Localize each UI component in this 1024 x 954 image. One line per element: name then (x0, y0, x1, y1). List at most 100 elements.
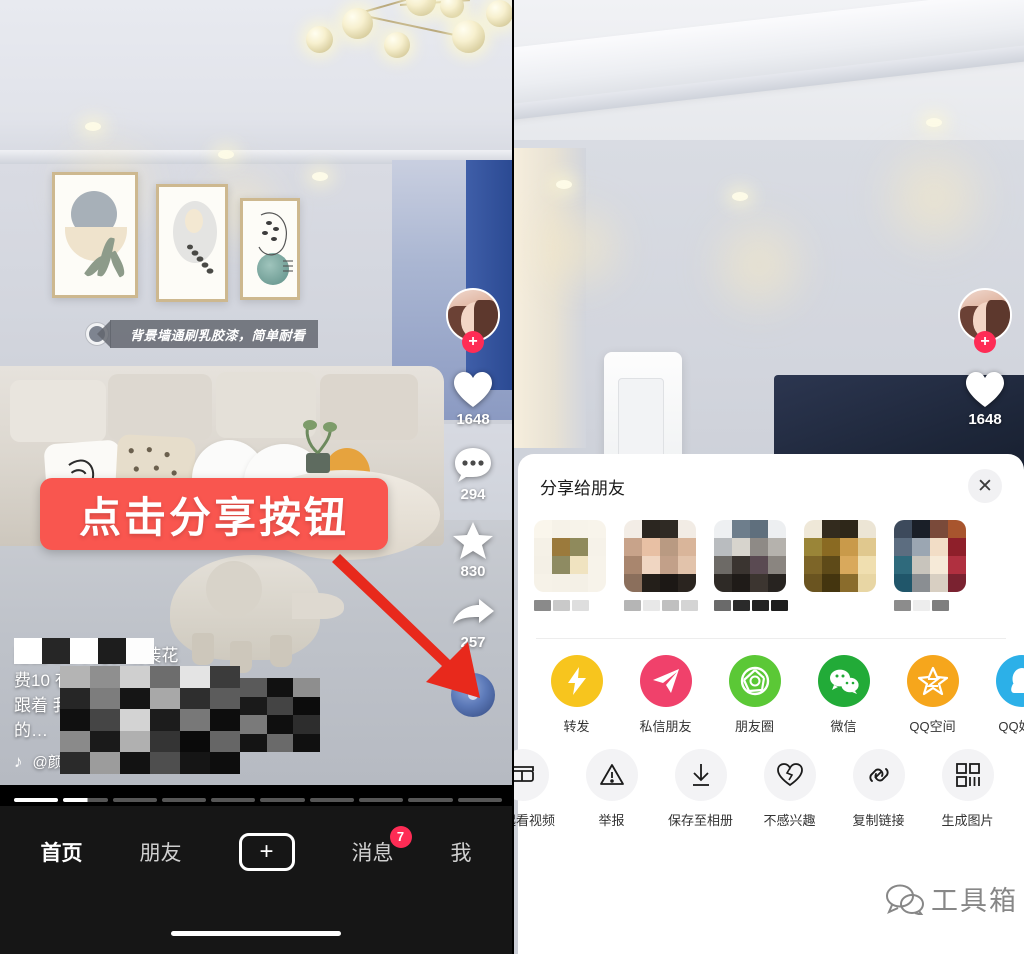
comment-button[interactable]: 294 (453, 446, 493, 503)
right-phone-screenshot: 简单双眼皮吊顶 石膏线 + 1648 分享给朋友 ✕ (512, 0, 1024, 954)
contact-item[interactable] (804, 520, 878, 622)
sofa-icon (514, 749, 549, 801)
contact-item[interactable] (624, 520, 698, 622)
action-save-to-album[interactable]: 保存至相册 (656, 749, 745, 829)
action-copy-link[interactable]: 复制链接 (834, 749, 923, 829)
wall-art-3 (240, 198, 300, 300)
qq-penguin-icon (995, 655, 1024, 707)
wall-art-1 (52, 172, 138, 298)
comment-count: 294 (460, 486, 486, 503)
share-targets-row: 转发 私信朋友 朋友圈 微信 QQ空间 QQ (518, 639, 1024, 735)
contact-avatar (534, 520, 606, 592)
action-generate-image[interactable]: 生成图片 (923, 749, 1012, 829)
share-sheet-header: 分享给朋友 ✕ (518, 454, 1024, 518)
share-target-label: QQ空间 (909, 719, 956, 734)
watermark: 工具箱 (885, 879, 1018, 918)
broken-heart-icon (763, 749, 816, 801)
censor-mosaic-secondary (240, 678, 320, 752)
tutorial-image: 背景墙通刷乳胶漆，简单耐看 + 1648 294 830 257 费10 跟着 … (0, 0, 1024, 954)
nav-item-friends[interactable]: 朋友 (140, 837, 182, 867)
video-progress-bar[interactable] (14, 798, 502, 802)
left-video-tooltip: 背景墙通刷乳胶漆，简单耐看 (86, 320, 318, 348)
nav-item-profile[interactable]: 我 (451, 837, 472, 867)
warning-icon (585, 749, 638, 801)
action-label: 一起看视频 (514, 813, 555, 828)
instruction-arrow-left (332, 554, 480, 698)
plus-icon: + (259, 838, 274, 865)
lightning-icon (550, 655, 603, 707)
share-target-direct-message[interactable]: 私信朋友 (621, 655, 710, 735)
share-target-qzone[interactable]: QQ空间 (888, 655, 977, 735)
potted-plant (290, 415, 344, 475)
create-post-button[interactable]: + (238, 833, 295, 871)
share-target-wechat[interactable]: 微信 (799, 655, 888, 735)
like-button[interactable]: 1648 (452, 371, 494, 428)
shutter-icon (728, 655, 781, 707)
share-sheet-title: 分享给朋友 (540, 478, 625, 498)
close-icon[interactable]: ✕ (968, 469, 1002, 503)
actions-row: 一起看视频 举报 (514, 735, 1024, 829)
action-label: 复制链接 (852, 813, 905, 828)
action-label: 保存至相册 (667, 813, 733, 828)
contact-name-mosaic (624, 600, 698, 622)
heart-icon (966, 372, 1004, 407)
home-indicator (171, 931, 341, 936)
share-target-label: 转发 (563, 719, 590, 734)
nav-label: 消息 (351, 842, 394, 865)
paper-plane-icon (639, 655, 692, 707)
share-target-label: 私信朋友 (639, 719, 692, 734)
heart-icon (454, 372, 492, 407)
wechat-logo-icon (886, 884, 924, 915)
annotation-text: 点击分享按钮 (78, 493, 349, 541)
action-label: 举报 (598, 813, 625, 828)
tiktok-note-icon: ♪ (14, 751, 23, 771)
share-target-moments[interactable]: 朋友圈 (710, 655, 799, 735)
wall-art-2 (156, 184, 228, 302)
link-icon (852, 749, 905, 801)
bottom-navigation: 首页 朋友 + 消息 7 我 (0, 806, 512, 954)
action-label: 不感兴趣 (763, 813, 816, 828)
share-target-qq[interactable]: QQ好友 (977, 655, 1024, 735)
qzone-star-icon (906, 655, 959, 707)
share-target-label: 微信 (830, 719, 857, 734)
message-badge: 7 (389, 826, 412, 848)
contact-avatar (714, 520, 786, 592)
tooltip-text: 背景墙通刷乳胶漆，简单耐看 (130, 327, 306, 343)
share-target-label: QQ好友 (998, 719, 1024, 734)
contact-item[interactable] (894, 520, 968, 622)
contact-avatar (624, 520, 696, 592)
nav-label: 朋友 (139, 842, 182, 865)
contact-avatar (804, 520, 876, 592)
like-count: 1648 (456, 411, 490, 428)
annotation-banner-left: 点击分享按钮 (40, 478, 388, 550)
like-button[interactable]: 1648 (964, 371, 1006, 428)
qrcode-icon (941, 749, 994, 801)
follow-button[interactable]: + (974, 331, 996, 353)
download-icon (674, 749, 727, 801)
comment-icon (455, 448, 491, 482)
action-label: 生成图片 (941, 813, 994, 828)
contacts-list (518, 518, 1024, 622)
chandelier-icon (300, 0, 512, 81)
right-action-rail: + 1648 (958, 288, 1012, 428)
contact-avatar (894, 520, 966, 592)
wechat-icon (817, 655, 870, 707)
contact-name-mosaic (534, 600, 608, 622)
action-report[interactable]: 举报 (567, 749, 656, 829)
action-watch-together[interactable]: 一起看视频 (514, 749, 567, 829)
contact-name-mosaic (714, 600, 788, 622)
left-phone-screenshot: 背景墙通刷乳胶漆，简单耐看 + 1648 294 830 257 费10 跟着 … (0, 0, 512, 954)
share-target-label: 朋友圈 (734, 719, 774, 734)
nav-item-home[interactable]: 首页 (41, 837, 83, 867)
censor-mosaic-main (60, 666, 240, 774)
contact-name-mosaic (894, 600, 968, 622)
nav-label: 我 (450, 842, 472, 865)
contact-item[interactable] (714, 520, 788, 622)
nav-label: 首页 (40, 842, 83, 865)
action-not-interested[interactable]: 不感兴趣 (745, 749, 834, 829)
contact-item[interactable] (534, 520, 608, 622)
like-count: 1648 (968, 411, 1002, 428)
follow-button[interactable]: + (462, 331, 484, 353)
nav-item-messages[interactable]: 消息 7 (351, 826, 412, 867)
share-target-forward[interactable]: 转发 (532, 655, 621, 735)
